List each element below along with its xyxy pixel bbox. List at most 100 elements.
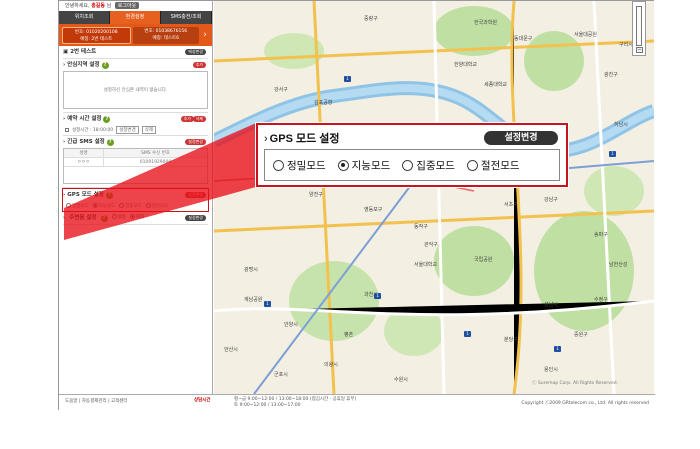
greeting-text: 안녕하세요, (65, 3, 90, 9)
table-row: ㅇㅇㅇ 01091929000 (64, 158, 207, 167)
schedule-time: 설정시간 : 18:00:00 (72, 128, 114, 133)
map-label: 강남구 (544, 197, 558, 203)
next-device-icon[interactable]: › (201, 30, 209, 40)
map-label: 영등포구 (364, 207, 383, 213)
radio-icon (273, 159, 284, 171)
radio-icon (111, 214, 117, 219)
gps-callout-change-button[interactable]: 설정변경 (484, 131, 558, 145)
highway-shield-icon: 1 (264, 301, 271, 307)
main-nav: 위치조회 환경설정 SMS충전/조회 (59, 11, 212, 24)
safe-zone-list: 설정하신 안심존 내역이 없습니다. (63, 71, 208, 109)
nearby-sound-section: › 주변음 설정 ? 설정 해제 설정변경 (63, 212, 208, 225)
schedule-row-delete-button[interactable]: 삭제 (141, 126, 156, 134)
help-icon[interactable]: ? (103, 115, 111, 123)
gps-mode-options: 정밀모드 지능모드 집중모드 절전모드 (63, 201, 208, 211)
sms-name: ㅇㅇㅇ (64, 158, 104, 166)
map-label: 중랑구 (364, 16, 378, 22)
logout-button[interactable]: 로그아웃 (114, 2, 140, 9)
highway-shield-icon: 1 (344, 76, 351, 82)
map-label: 수원시 (394, 377, 408, 383)
gps-callout-option-precise[interactable]: 정밀모드 (273, 158, 326, 173)
sms-change-button[interactable]: 설정변경 (185, 139, 206, 145)
option-label: 집중모드 (125, 204, 142, 209)
tab-sms[interactable]: SMS충전/조회 (161, 11, 212, 24)
nearby-option-on[interactable]: 설정 (111, 212, 126, 224)
schedule-section: › 예약 시간 설정 ? 추가 삭제 설정시간 : 18:00:00 설정변경 … (63, 113, 208, 136)
device-number: 번호: 01038676156 (144, 28, 188, 34)
gps-option-saving[interactable]: 절전모드 (145, 203, 168, 209)
gps-mode-section: › GPS 모드 설정 ? 설정변경 정밀모드 지능모드 집중모드 절전모드 (62, 188, 209, 212)
footer-links[interactable]: 도움말 | 자동결제관리 | 고객센터 (65, 398, 128, 404)
map-label: 관악구 (424, 242, 438, 248)
map-label: 안양시 (284, 322, 298, 328)
tab-settings[interactable]: 환경설정 (110, 11, 161, 24)
map-label: 한국과학원 (474, 20, 498, 26)
device-nickname: 애칭: 2번 테스트 (80, 36, 113, 42)
device-number: 번호: 01020200108 (74, 29, 118, 35)
edit-nickname-button[interactable]: 애칭변경 (185, 49, 206, 55)
radio-selected-icon (129, 214, 135, 219)
hours-line-2: 토 9:00~12:00 / 13:00~17:00 (234, 403, 301, 408)
schedule-add-button[interactable]: 추가 (180, 116, 194, 122)
tab-location[interactable]: 위치조회 (59, 11, 110, 24)
gps-option-smart[interactable]: 지능모드 (92, 203, 115, 209)
map-label: 서초구 (504, 202, 518, 208)
zoom-out-button[interactable]: − (636, 47, 643, 53)
map-label: 용인시 (544, 367, 558, 373)
map-label: 의왕시 (324, 362, 338, 368)
consult-hours-label: 상담시간 (194, 398, 211, 403)
zoom-slider[interactable] (636, 6, 642, 46)
safe-zone-add-button[interactable]: 추가 (192, 62, 206, 68)
schedule-delete-button[interactable]: 삭제 (192, 116, 206, 122)
device-selector: 번호: 01020200108 애칭: 2번 테스트 번호: 010386761… (59, 24, 212, 46)
map-label: 구리시 (619, 42, 633, 48)
map-label: 분당구 (504, 337, 518, 343)
footer: 도움말 | 자동결제관리 | 고객센터 상담시간 평~금 9:00~12:00 … (59, 394, 655, 411)
radio-icon (402, 159, 414, 171)
option-label: 정밀모드 (287, 159, 326, 172)
map-label: 서울대학교 (414, 262, 438, 268)
sms-table: 성명 SMS 수신 번호 ㅇㅇㅇ 01091929000 (63, 148, 208, 184)
map-label: 세종대학교 (484, 82, 508, 88)
zoom-control[interactable]: − (632, 1, 646, 56)
schedule-checkbox[interactable] (65, 128, 69, 132)
help-icon[interactable]: ? (105, 191, 113, 199)
map-label: 중원구 (574, 332, 588, 338)
nearby-change-button[interactable]: 설정변경 (185, 215, 206, 221)
device-card-2[interactable]: 번호: 01038676156 애칭: 테스트6 (132, 26, 199, 44)
gps-mode-change-button[interactable]: 설정변경 (185, 192, 206, 198)
device-card-1[interactable]: 번호: 01020200108 애칭: 2번 테스트 (62, 26, 131, 44)
safe-zone-title: 안심지역 설정 (67, 62, 100, 68)
chevron-right-icon: › (264, 133, 268, 145)
schedule-edit-button[interactable]: 설정변경 (116, 126, 139, 134)
gps-callout-option-focus[interactable]: 집중모드 (402, 158, 455, 173)
gps-callout-option-smart[interactable]: 지능모드 (337, 158, 391, 173)
gps-mode-title: GPS 모드 설정 (67, 192, 104, 198)
safe-zone-section: › 안심지역 설정 ? 추가 설정하신 안심존 내역이 없습니다. (63, 59, 208, 113)
map-label: 송파구 (594, 232, 608, 238)
help-icon[interactable]: ? (100, 214, 108, 222)
nearby-title: 주변음 설정 (69, 215, 97, 221)
map-label: 성남시 (544, 302, 558, 308)
map-label: 광명시 (244, 267, 258, 273)
option-label: 정밀모드 (72, 204, 89, 209)
user-name: 홍길동 (91, 3, 105, 9)
map-copyright: ⓒ Suremap Corp. All Rights Reserved. (531, 381, 618, 386)
map-label: 평촌 (344, 332, 354, 338)
help-icon[interactable]: ? (106, 138, 114, 146)
gps-callout-options: 정밀모드 지능모드 집중모드 절전모드 (264, 149, 560, 181)
map-label: 남한산성 (609, 262, 628, 268)
map-view[interactable]: 중랑구 한국과학원 동대문구 세종대학교 광진구 서울대공원 강서구 김포공항 … (214, 1, 654, 394)
map-label: 서울대공원 (574, 32, 598, 38)
nearby-option-off[interactable]: 해제 (129, 212, 144, 224)
map-label: 동작구 (414, 224, 428, 230)
help-icon[interactable]: ? (101, 61, 109, 69)
empty-note: 설정하신 안심존 내역이 없습니다. (103, 88, 168, 93)
gps-option-focus[interactable]: 집중모드 (119, 203, 142, 209)
gps-option-precise[interactable]: 정밀모드 (66, 203, 89, 209)
gps-mode-callout: › GPS 모드 설정 설정변경 정밀모드 지능모드 집중모드 절전모드 (256, 123, 568, 187)
map-label: 국립공원 (474, 257, 493, 263)
option-label: 지능모드 (351, 159, 391, 172)
radio-selected-icon (92, 203, 98, 208)
gps-callout-option-saving[interactable]: 절전모드 (466, 158, 520, 173)
